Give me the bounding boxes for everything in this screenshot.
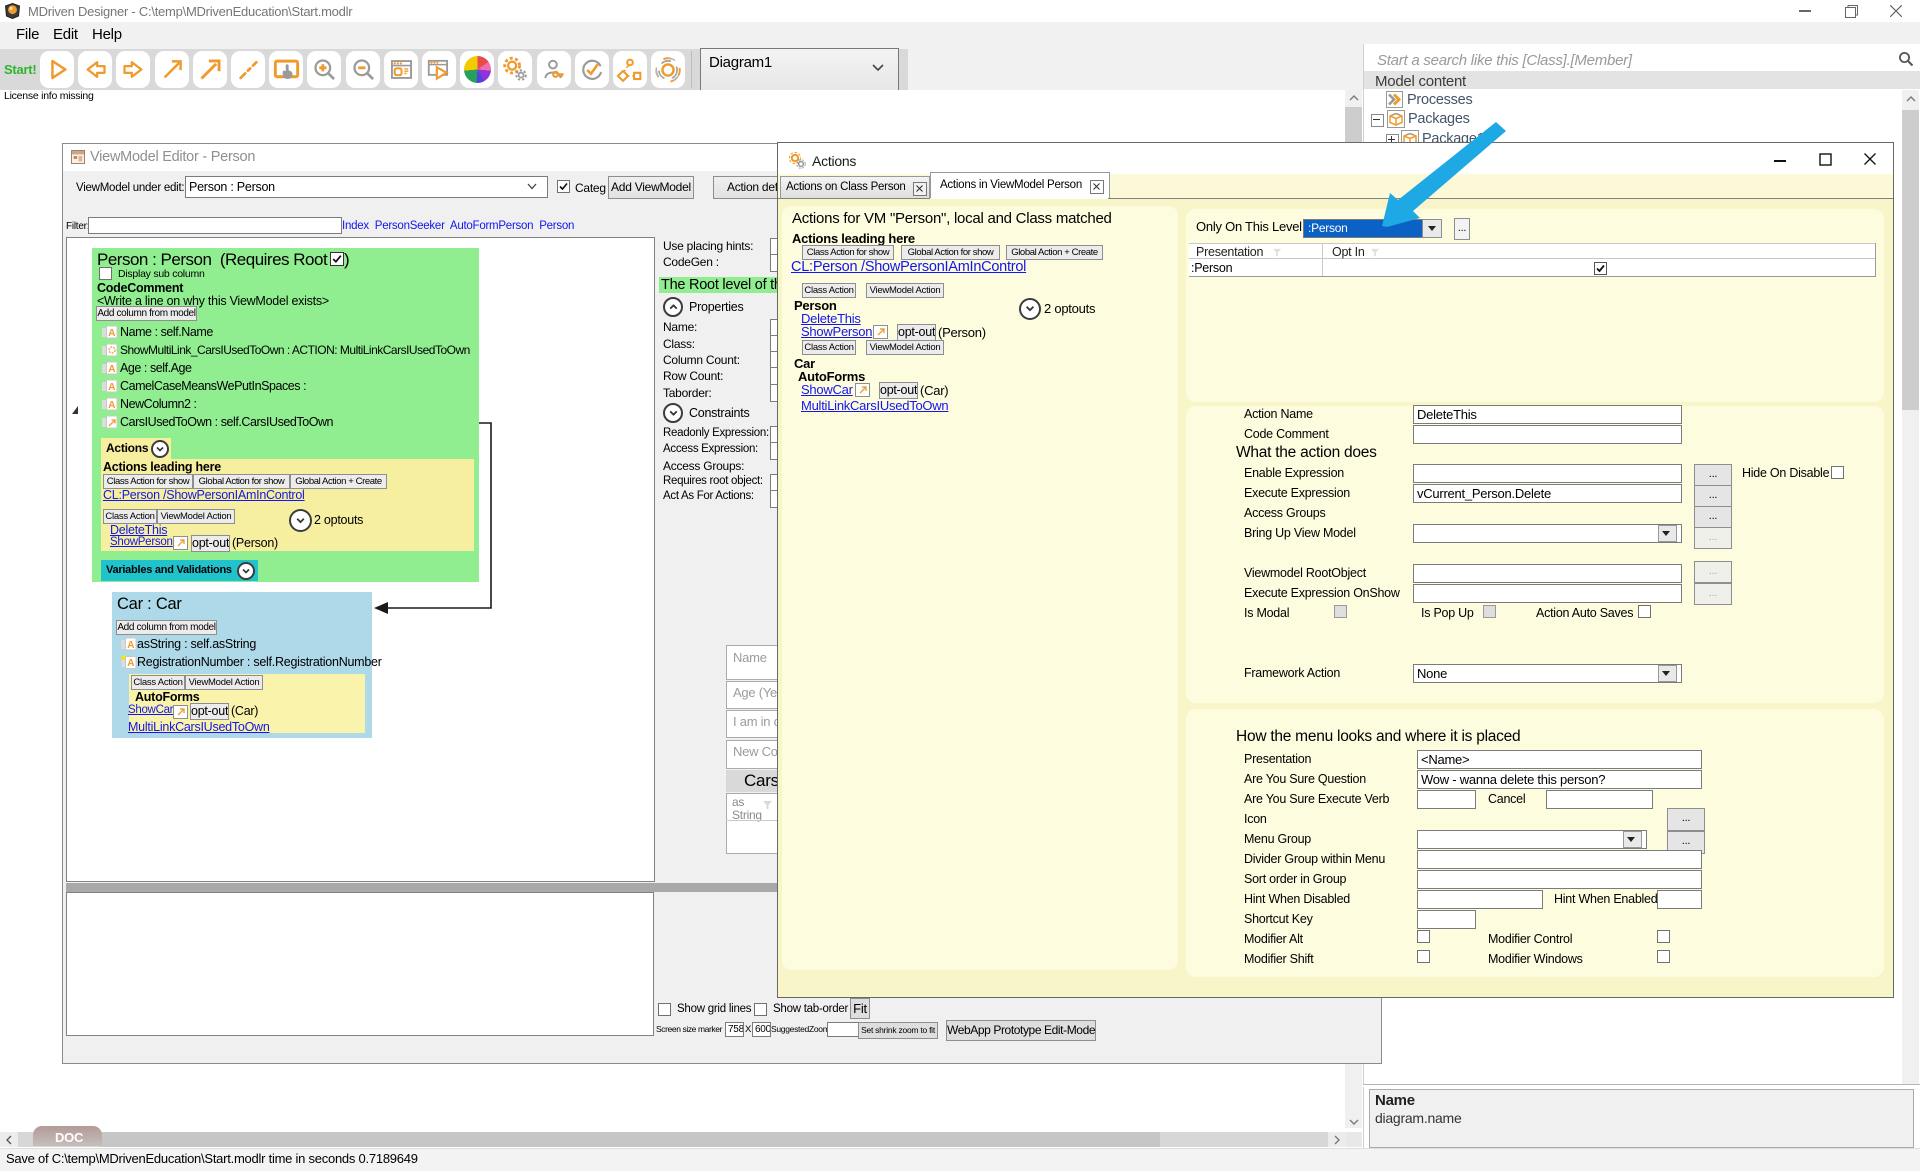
- svg-text:A: A: [127, 640, 134, 651]
- svg-text:A: A: [108, 328, 115, 339]
- svg-text:A: A: [108, 382, 115, 393]
- svg-text:A: A: [127, 658, 134, 669]
- svg-text:A: A: [108, 400, 115, 411]
- svg-text:A: A: [108, 364, 115, 375]
